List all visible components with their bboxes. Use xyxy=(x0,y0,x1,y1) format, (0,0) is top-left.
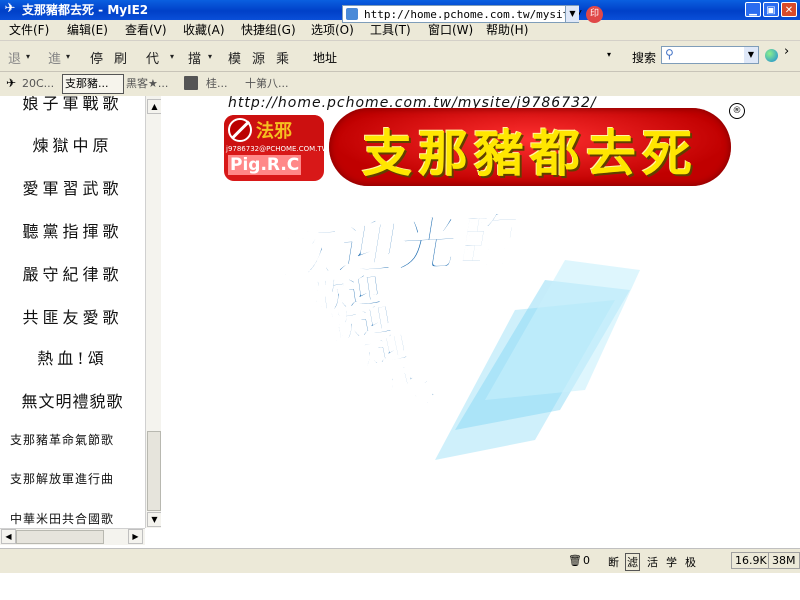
menu-tools[interactable]: 工具(T) xyxy=(370,23,411,37)
nav-link[interactable]: 聽黨指揮歌 xyxy=(0,218,145,242)
forward-dropdown-icon[interactable]: ▾ xyxy=(66,52,70,61)
no-symbol-icon xyxy=(228,118,252,142)
scroll-thumb-horizontal[interactable] xyxy=(16,530,104,544)
nav-link[interactable]: 支那解放軍進行曲 xyxy=(10,470,145,487)
menu-help[interactable]: 帮助(H) xyxy=(486,23,528,37)
mode-toggle[interactable]: 学 xyxy=(666,554,677,570)
nav-link[interactable]: 煉獄中原 xyxy=(0,132,145,156)
registered-mark: ® xyxy=(729,103,745,119)
block-button[interactable]: 擋 xyxy=(188,48,201,67)
address-label: 地址 xyxy=(313,51,338,65)
trash-icon[interactable]: 🗑 xyxy=(568,554,582,567)
menu-edit[interactable]: 编辑(E) xyxy=(67,23,108,37)
menu-window[interactable]: 窗口(W) xyxy=(428,23,473,37)
forward-button[interactable]: 進 xyxy=(48,48,61,67)
scroll-right-icon[interactable]: ▶ xyxy=(128,529,143,544)
banner-title: 支那豬都去死 xyxy=(362,124,698,183)
mode-button[interactable]: 模 xyxy=(228,48,241,67)
menu-bar: 文件(F) 编辑(E) 查看(V) 收藏(A) 快捷组(G) 选项(O) 工具(… xyxy=(0,20,800,41)
memory-readout: 38M xyxy=(768,552,800,569)
document-icon xyxy=(184,76,198,90)
site-logo: 法邪 j9786732@PCHOME.COM.TW Pig.R.C xyxy=(224,115,324,181)
menu-options[interactable]: 选项(O) xyxy=(311,23,354,37)
toolbar-overflow-icon[interactable]: › xyxy=(784,44,789,59)
tab-strip: ✈ 20C... 支那豬... 黑客★... 桂... 十第八... xyxy=(0,72,800,97)
status-bar: 🗑 0 断 滤 活 学 极 16.9K 38M xyxy=(0,548,800,573)
window-title: 支那豬都去死 - MyIE2 xyxy=(22,3,149,17)
speed-readout: 16.9K xyxy=(731,552,771,569)
menu-groups[interactable]: 快捷组(G) xyxy=(241,23,296,37)
myie-icon: ✈ xyxy=(4,1,16,16)
search-dropdown-icon[interactable]: ▼ xyxy=(744,47,758,63)
block-dropdown-icon[interactable]: ▾ xyxy=(208,52,212,61)
logo-email: j9786732@PCHOME.COM.TW xyxy=(226,145,324,153)
maximize-button[interactable]: ▣ xyxy=(763,2,779,17)
proxy-dropdown-icon[interactable]: ▾ xyxy=(170,52,174,61)
mode-toggle[interactable]: 极 xyxy=(685,554,696,570)
nav-link[interactable]: 中華米田共合國歌 xyxy=(10,510,145,527)
nav-link[interactable]: 共匪友愛歌 xyxy=(0,304,145,328)
stop-button[interactable]: 停 xyxy=(90,48,103,67)
menu-favorites[interactable]: 收藏(A) xyxy=(183,23,225,37)
seal-icon[interactable]: 印 xyxy=(586,6,603,23)
nav-link[interactable]: 娘子軍戰歌 xyxy=(0,96,145,114)
pin-icon: ✈ xyxy=(6,76,17,90)
nav-link[interactable]: 嚴守紀律歌 xyxy=(0,261,145,285)
welcome-graphic: 歡迎 歡迎 歡迎 歡迎 歡迎 歡迎光臨 xyxy=(285,205,640,460)
scroll-left-icon[interactable]: ◀ xyxy=(1,529,16,544)
globe-icon[interactable] xyxy=(765,49,778,62)
left-vertical-scrollbar[interactable]: ▲ ▼ xyxy=(145,96,162,528)
filter-toggle[interactable]: 滤 xyxy=(625,553,640,571)
logo-name: Pig.R.C xyxy=(228,155,302,175)
tab-4[interactable]: 桂... xyxy=(204,75,228,93)
tab-5[interactable]: 十第八... xyxy=(243,75,289,93)
scroll-down-icon[interactable]: ▼ xyxy=(147,512,162,527)
seal-dropdown-icon[interactable]: ▾ xyxy=(607,50,611,59)
tab-1[interactable]: 20C... xyxy=(20,75,54,93)
back-button[interactable]: 退 xyxy=(8,48,21,67)
tab-3[interactable]: 黑客★... xyxy=(124,75,168,93)
welcome-text: 歡迎光臨 xyxy=(285,206,526,286)
tab-2[interactable]: 支那豬... xyxy=(62,74,124,94)
source-button[interactable]: 源 xyxy=(252,48,265,67)
scroll-thumb[interactable] xyxy=(147,431,161,511)
menu-view[interactable]: 查看(V) xyxy=(125,23,167,37)
mode-toggle[interactable]: 断 xyxy=(608,554,619,570)
address-text[interactable]: http://home.pchome.com.tw/mysite/ xyxy=(364,8,583,21)
search-label: 搜索 xyxy=(632,51,657,65)
minimize-button[interactable]: ▁ xyxy=(745,2,761,17)
nav-link[interactable]: 熱血!頌 xyxy=(0,345,145,369)
close-button[interactable]: ✕ xyxy=(781,2,797,17)
proxy-button[interactable]: 代 xyxy=(146,48,159,67)
more-button[interactable]: 乘 xyxy=(276,48,289,67)
nav-link[interactable]: 愛軍習武歌 xyxy=(0,175,145,199)
menu-file[interactable]: 文件(F) xyxy=(9,23,49,37)
page-icon xyxy=(346,8,358,20)
trash-count: 0 xyxy=(583,554,590,567)
left-frame: 娘子軍戰歌 煉獄中原 愛軍習武歌 聽黨指揮歌 嚴守紀律歌 共匪友愛歌 熱血!頌 … xyxy=(0,96,145,528)
left-horizontal-scrollbar[interactable]: ◀ ▶ xyxy=(0,528,145,545)
nav-link[interactable]: 支那豬革命氣節歌 xyxy=(10,431,145,448)
address-dropdown-icon[interactable]: ▼ xyxy=(565,6,579,22)
back-dropdown-icon[interactable]: ▾ xyxy=(26,52,30,61)
refresh-button[interactable]: 刷 xyxy=(114,48,127,67)
nav-link[interactable]: 無文明禮貌歌 xyxy=(0,388,145,412)
scroll-up-icon[interactable]: ▲ xyxy=(147,99,162,114)
search-icon: ⚲ xyxy=(665,47,674,61)
mode-toggle[interactable]: 活 xyxy=(647,554,658,570)
logo-script: 法邪 xyxy=(256,121,292,142)
title-banner: 支那豬都去死 xyxy=(329,108,731,186)
